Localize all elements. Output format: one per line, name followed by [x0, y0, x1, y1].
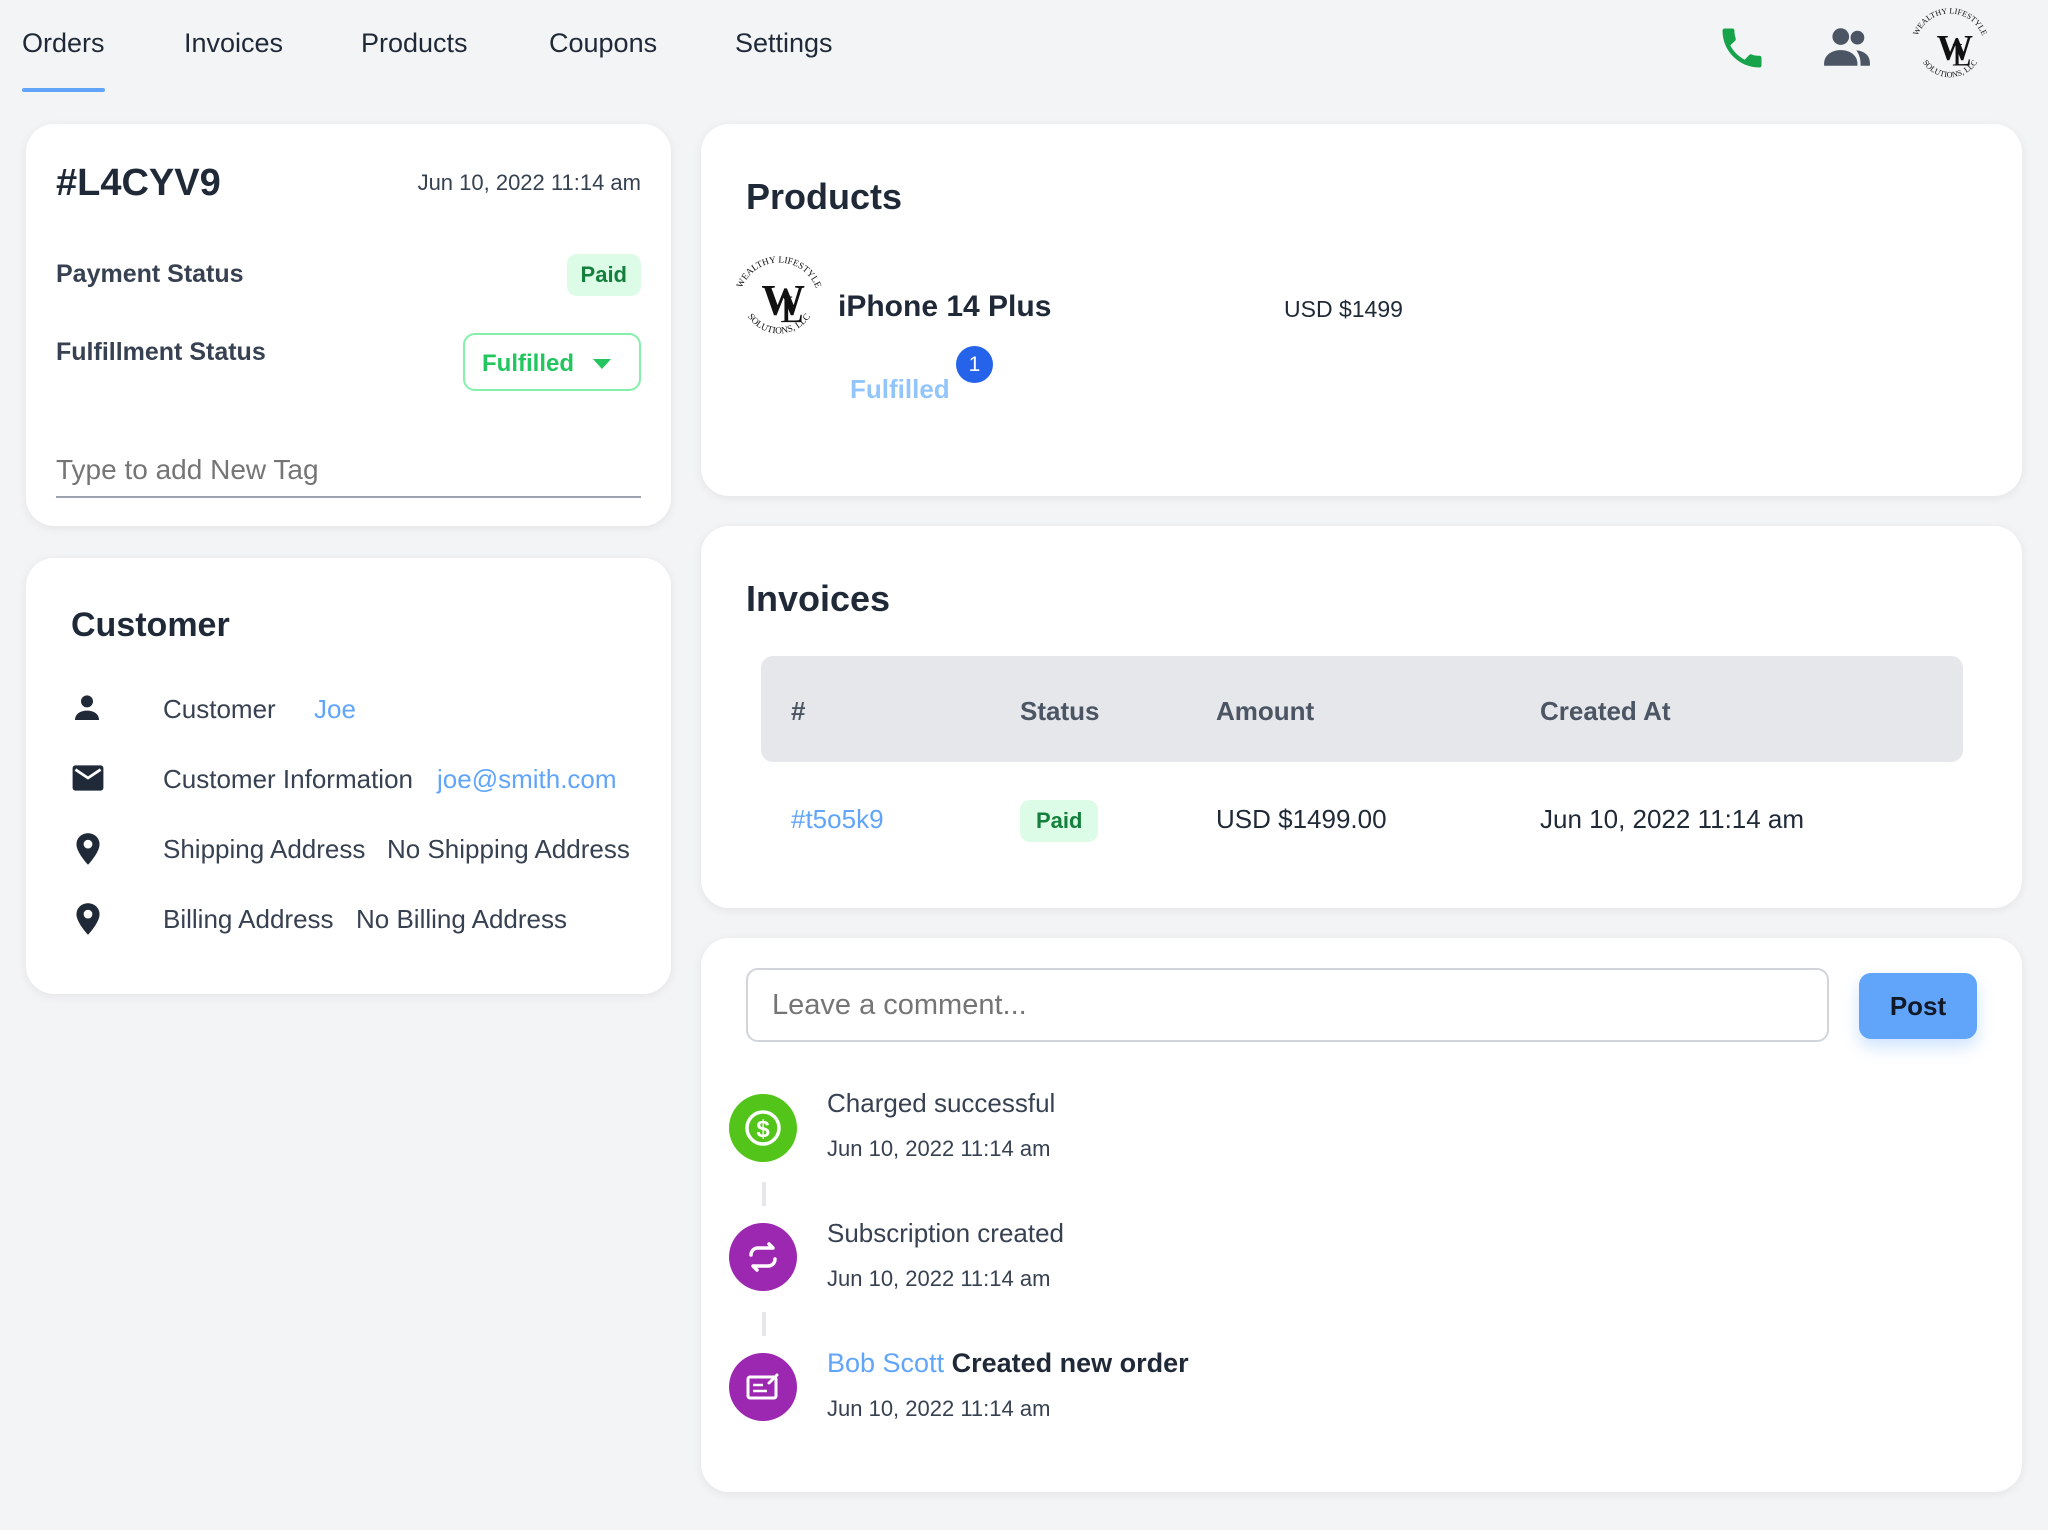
billing-address-label: Billing Address [163, 904, 334, 934]
timeline-action: Created new order [951, 1348, 1189, 1378]
chevron-down-icon [593, 359, 611, 369]
map-pin-icon [73, 832, 103, 866]
products-title: Products [746, 176, 903, 217]
table-row: #t5o5k9 Paid USD $1499.00 Jun 10, 2022 1… [761, 790, 1963, 850]
quantity-badge: 1 [956, 346, 993, 383]
customer-email-link[interactable]: joe@smith.com [437, 764, 617, 795]
dollar-icon: $ [729, 1094, 797, 1162]
fulfillment-status-dropdown[interactable]: Fulfilled [463, 333, 641, 391]
svg-text:L: L [1952, 37, 1972, 73]
invoices-card: Invoices # Status Amount Created At #t5o… [701, 526, 2022, 908]
billing-address-value: No Billing Address [356, 904, 567, 934]
customer-email-label: Customer Information [163, 764, 413, 794]
company-logo[interactable]: WEALTHY LIFESTYLE SOLUTIONS, LLC W L [1902, 2, 1998, 94]
fulfillment-status-value: Fulfilled [482, 350, 574, 377]
repeat-icon [729, 1223, 797, 1291]
invoices-title: Invoices [746, 578, 891, 619]
invoice-amount: USD $1499.00 [1216, 804, 1387, 834]
column-header-created-at: Created At [1540, 696, 1671, 726]
payment-status-label: Payment Status [56, 260, 244, 288]
tab-settings[interactable]: Settings [735, 28, 833, 92]
product-thumbnail: WEALTHY LIFESTYLE SOLUTIONS, LLC W L [727, 248, 831, 352]
order-date: Jun 10, 2022 11:14 am [417, 170, 641, 195]
order-summary-card: #L4CYV9 Jun 10, 2022 11:14 am Payment St… [26, 124, 671, 526]
fulfillment-status-label: Fulfillment Status [56, 338, 266, 366]
timeline-item-date: Jun 10, 2022 11:14 am [827, 1266, 1051, 1291]
svg-text:$: $ [756, 1116, 770, 1143]
post-button[interactable]: Post [1859, 973, 1977, 1039]
timeline-connector [762, 1312, 766, 1336]
map-pin-icon [73, 902, 103, 936]
order-id: #L4CYV9 [56, 162, 221, 204]
timeline-item-date: Jun 10, 2022 11:14 am [827, 1136, 1051, 1161]
timeline-connector [762, 1182, 766, 1206]
customer-row-shipping: Shipping Address No Shipping Address [71, 828, 631, 868]
product-name[interactable]: iPhone 14 Plus [838, 290, 1051, 324]
products-card: Products WEALTHY LIFESTYLE SOLUTIONS, LL… [701, 124, 2022, 496]
phone-icon[interactable] [1716, 22, 1768, 74]
timeline-item-title: Bob Scott Created new order [827, 1348, 1189, 1379]
timeline-item-title: Subscription created [827, 1218, 1065, 1248]
customer-card-title: Customer [71, 606, 230, 644]
tab-coupons[interactable]: Coupons [549, 28, 657, 92]
customer-card: Customer Customer Joe Customer Informati… [26, 558, 671, 994]
invoice-id-link[interactable]: #t5o5k9 [791, 804, 884, 835]
invoice-status-badge: Paid [1020, 800, 1099, 842]
order-icon [729, 1353, 797, 1421]
timeline-item-title: Charged successful [827, 1088, 1056, 1118]
users-icon[interactable] [1822, 24, 1872, 70]
shipping-address-label: Shipping Address [163, 834, 366, 864]
customer-name-label: Customer [163, 694, 276, 724]
customer-row-name: Customer Joe [71, 688, 631, 728]
timeline-item-date: Jun 10, 2022 11:14 am [827, 1396, 1051, 1421]
product-price: USD $1499 [1284, 296, 1403, 322]
customer-row-email: Customer Information joe@smith.com [71, 758, 631, 798]
activity-card: Post $ Charged successful Jun 10, 2022 1… [701, 938, 2022, 1492]
column-header-status: Status [1020, 696, 1100, 726]
tab-orders[interactable]: Orders [22, 28, 105, 92]
customer-row-billing: Billing Address No Billing Address [71, 898, 631, 938]
column-header-amount: Amount [1216, 696, 1315, 726]
top-navigation: Orders Invoices Products Coupons Setting… [0, 0, 2048, 96]
shipping-address-value: No Shipping Address [387, 834, 630, 864]
tab-invoices[interactable]: Invoices [184, 28, 283, 92]
invoices-table-header: # Status Amount Created At [761, 656, 1963, 762]
new-tag-input[interactable] [56, 444, 641, 498]
timeline-actor-link[interactable]: Bob Scott [827, 1348, 944, 1378]
payment-status-badge: Paid [566, 254, 641, 296]
tab-products[interactable]: Products [361, 28, 468, 92]
invoice-created-at: Jun 10, 2022 11:14 am [1540, 804, 1805, 834]
mail-icon [71, 764, 105, 792]
svg-text:L: L [780, 287, 804, 331]
product-fulfillment-status: Fulfilled [850, 374, 950, 404]
customer-name-link[interactable]: Joe [314, 694, 356, 725]
person-icon [71, 692, 103, 724]
column-header-id: # [791, 696, 806, 726]
comment-input[interactable] [746, 968, 1829, 1042]
